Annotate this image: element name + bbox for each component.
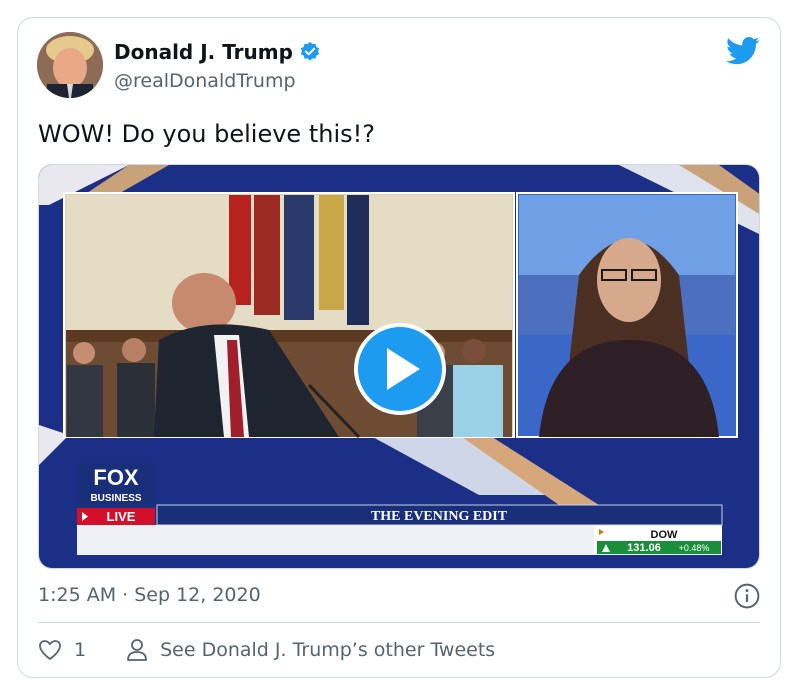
avatar[interactable] (37, 32, 103, 98)
live-label: LIVE (107, 509, 136, 524)
heart-icon[interactable] (38, 639, 62, 661)
ticker-change: +0.48% (679, 543, 710, 553)
like-count: 1 (74, 639, 87, 661)
video-player[interactable]: FOX BUSINESS LIVE THE EVENING EDIT DOW 1… (38, 164, 760, 569)
info-icon[interactable] (734, 583, 760, 609)
fox-business-label: BUSINESS (90, 493, 141, 504)
tweet-actions: 1 See Donald J. Trump’s other Tweets (38, 638, 495, 662)
show-title: THE EVENING EDIT (371, 509, 508, 524)
tweet-card: Donald J. Trump @realDonaldTrump WOW! Do… (17, 17, 781, 678)
ticker-value: 131.06 (627, 542, 661, 554)
author-row[interactable]: Donald J. Trump (114, 40, 321, 64)
tweet-text: WOW! Do you believe this!? (38, 120, 375, 148)
author-handle[interactable]: @realDonaldTrump (114, 70, 296, 92)
author-name[interactable]: Donald J. Trump (114, 40, 293, 64)
twitter-bird-icon[interactable] (726, 36, 760, 66)
fox-logo: FOX (93, 465, 139, 490)
other-tweets-link[interactable]: See Donald J. Trump’s other Tweets (160, 639, 495, 661)
person-icon (127, 639, 147, 661)
tweet-timestamp[interactable]: 1:25 AM · Sep 12, 2020 (38, 584, 261, 606)
divider (38, 622, 760, 623)
play-icon[interactable] (354, 323, 446, 415)
ticker-name: DOW (651, 529, 679, 541)
verified-badge-icon (300, 41, 320, 61)
